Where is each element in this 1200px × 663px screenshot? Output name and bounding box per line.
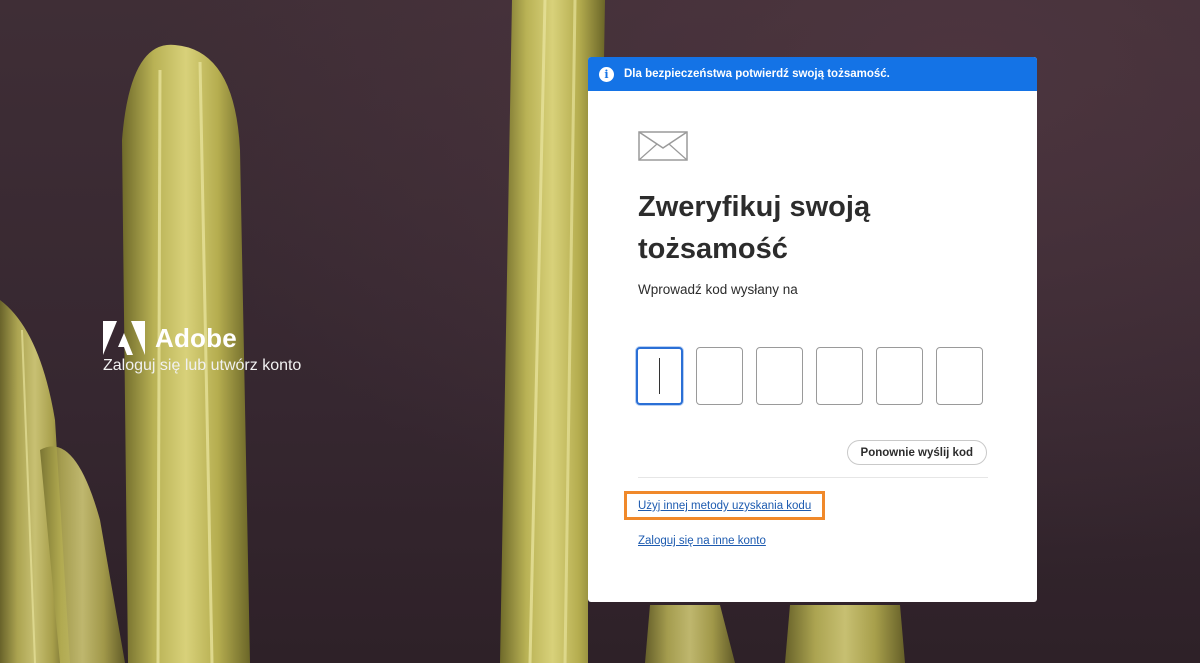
mail-icon <box>638 131 688 161</box>
card-content: Zweryfikuj swoją tożsamość Wprowadź kod … <box>638 131 988 297</box>
code-digit-5[interactable] <box>876 347 923 405</box>
page-title: Zweryfikuj swoją tożsamość <box>638 186 988 270</box>
info-icon: i <box>599 66 614 82</box>
code-digit-2[interactable] <box>696 347 743 405</box>
title-line-2: tożsamość <box>638 233 788 265</box>
code-digit-6[interactable] <box>936 347 983 405</box>
verify-card: i Dla bezpieczeństwa potwierdź swoją toż… <box>588 57 1037 602</box>
code-digit-1[interactable] <box>636 347 683 405</box>
code-input-group <box>636 347 983 405</box>
brand-block: Adobe Zaloguj się lub utwórz konto <box>103 321 301 375</box>
other-account-link[interactable]: Zaloguj się na inne konto <box>638 535 766 547</box>
divider <box>638 477 988 478</box>
text-caret <box>659 358 660 394</box>
brand-name: Adobe <box>155 322 237 353</box>
subtitle: Wprowadź kod wysłany na <box>638 282 798 297</box>
title-line-1: Zweryfikuj swoją <box>638 191 871 223</box>
resend-code-button[interactable]: Ponownie wyślij kod <box>846 440 987 465</box>
banner-text: Dla bezpieczeństwa potwierdź swoją tożsa… <box>624 68 890 80</box>
code-digit-4[interactable] <box>816 347 863 405</box>
adobe-logo-icon <box>103 321 145 355</box>
security-banner: i Dla bezpieczeństwa potwierdź swoją toż… <box>588 57 1037 91</box>
highlight-box <box>624 491 825 520</box>
brand-tagline: Zaloguj się lub utwórz konto <box>103 357 302 374</box>
code-digit-3[interactable] <box>756 347 803 405</box>
